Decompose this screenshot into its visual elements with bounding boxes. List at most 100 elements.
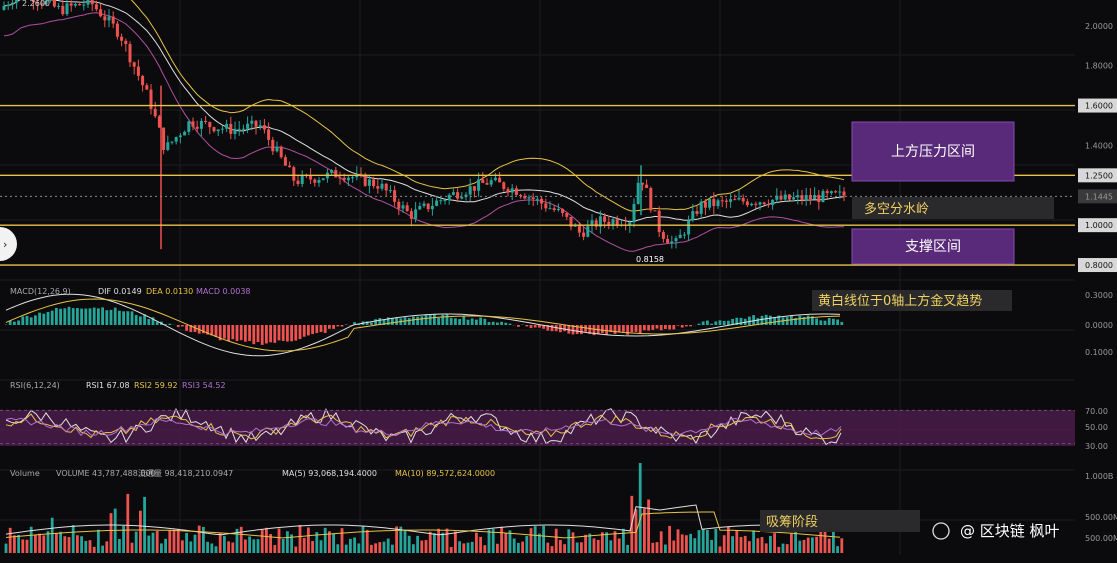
macd-bar (601, 325, 604, 333)
macd-bar (324, 325, 327, 333)
volume-bar (72, 525, 75, 553)
candle-body (137, 67, 140, 76)
volume-bar (647, 499, 650, 553)
macd-bar (605, 325, 608, 335)
macd-bar (328, 325, 331, 329)
volume-bar (168, 530, 171, 553)
candle-body (838, 192, 841, 193)
candle-body (133, 62, 136, 66)
candle-body (78, 4, 81, 5)
volume-bar (840, 538, 843, 553)
volume-bar (76, 535, 79, 553)
candle-body (389, 190, 392, 191)
candle-body (162, 128, 165, 150)
macd-bar (786, 317, 789, 325)
y-tick-label-3: 1.6000 (1085, 102, 1113, 111)
volume-bar (815, 537, 818, 553)
candle-body (586, 226, 589, 237)
volume-bar (626, 545, 629, 553)
volume-bar (164, 539, 167, 553)
candle-body (763, 202, 766, 204)
volume-bar (462, 543, 465, 553)
volume-bar (299, 525, 302, 553)
macd-bar (21, 316, 24, 325)
candle-body (213, 127, 216, 131)
volume-bar (416, 536, 419, 553)
crosshair-icon: › (3, 238, 7, 251)
macd-bar (462, 316, 465, 325)
volume-bar (836, 546, 839, 553)
candle-body (813, 195, 816, 199)
volume-bar (752, 530, 755, 553)
volume-bar (530, 528, 533, 553)
macd-bar (517, 325, 520, 327)
candle-body (767, 204, 770, 205)
candle-body (15, 0, 18, 3)
candle-body (322, 178, 325, 180)
macd-bar (320, 325, 323, 332)
volume-bar (374, 543, 377, 553)
volume-bar (483, 545, 486, 553)
volume-bar (34, 535, 37, 553)
macd-bar (269, 325, 272, 342)
volume-bar (517, 543, 520, 553)
macd-bar (618, 325, 621, 332)
volume-bar (702, 529, 705, 553)
macd-bar (265, 325, 268, 343)
macd-bar (332, 325, 335, 329)
macd-bar (278, 325, 281, 340)
candle-body (481, 179, 484, 183)
candle-body (263, 125, 266, 129)
candle-body (66, 3, 69, 14)
candle-body (738, 198, 741, 200)
volume-bar (555, 529, 558, 553)
volume-bar (336, 544, 339, 553)
candle-body (721, 200, 724, 201)
volume-circulating: 流通量 98,418,210.0947 (138, 468, 233, 478)
macd-bar (135, 315, 138, 325)
macd-bar (252, 325, 255, 344)
candle-body (700, 202, 703, 214)
volume-bar (68, 537, 71, 553)
volume-bar (404, 530, 407, 553)
volume-bar (307, 527, 310, 553)
candle-body (225, 124, 228, 129)
candle-body (532, 197, 535, 199)
macd-bar (664, 325, 667, 329)
candle-body (834, 191, 837, 192)
macd-bar (563, 325, 566, 331)
candle-body (658, 211, 661, 232)
volume-bar (618, 539, 621, 553)
volume-bar (311, 541, 314, 553)
volume-bar (622, 529, 625, 553)
candle-body (696, 211, 699, 214)
candle-body (675, 238, 678, 241)
macd-bar (261, 325, 264, 345)
candle-body (666, 239, 669, 243)
volume-bar (286, 531, 289, 553)
volume-bar (387, 539, 390, 553)
macd-bar (630, 325, 633, 332)
volume-bar (551, 546, 554, 553)
macd-bar (437, 318, 440, 325)
macd-bar (509, 324, 512, 325)
macd-bar (647, 325, 650, 331)
macd-bar (72, 308, 75, 325)
candle-body (99, 9, 102, 16)
macd-bar (807, 316, 810, 325)
candle-body (633, 204, 636, 222)
macd-bar (89, 308, 92, 325)
volume-bar (219, 534, 222, 553)
macd-bar (467, 320, 470, 325)
volume-bar (332, 534, 335, 553)
macd-bar (500, 322, 503, 325)
volume-bar (433, 533, 436, 553)
volume-bar (341, 528, 344, 553)
macd-bar (824, 321, 827, 325)
macd-bar (244, 325, 247, 342)
macd-bar (488, 322, 491, 325)
rsi2-value: RSI2 59.92 (134, 381, 178, 390)
volume-bar (714, 529, 717, 553)
volume-bar (786, 544, 789, 553)
candle-body (259, 125, 262, 127)
